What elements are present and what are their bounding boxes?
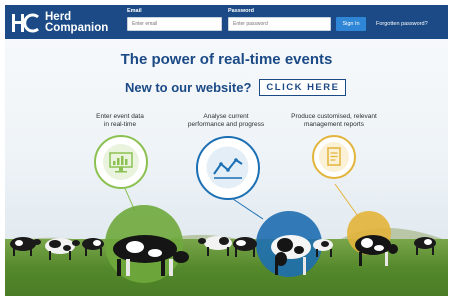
logo-word-companion: Companion [45,22,109,34]
logo[interactable]: Herd Companion [11,10,108,36]
logo-mark-icon [11,12,41,34]
cow-herd-illustration [10,235,436,276]
email-field[interactable] [127,17,222,31]
hero-section: The power of real-time events New to our… [5,39,448,296]
enter-data-circle[interactable] [94,135,148,189]
line-trend-icon [206,146,249,189]
top-bar: Herd Companion Email Password Sign In Fo… [5,5,448,39]
logo-text: Herd Companion [45,11,109,34]
password-field[interactable] [228,17,331,31]
reports-circle[interactable] [312,135,356,179]
sign-in-button[interactable]: Sign In [336,17,366,31]
forgotten-password-link[interactable]: Forgotten password? [376,21,428,27]
email-label: Email [127,8,142,14]
report-document-icon [319,142,349,172]
analyse-circle[interactable] [196,136,260,200]
password-label: Password [228,8,254,14]
monitor-chart-icon [103,144,139,180]
page-frame: Herd Companion Email Password Sign In Fo… [5,5,448,296]
